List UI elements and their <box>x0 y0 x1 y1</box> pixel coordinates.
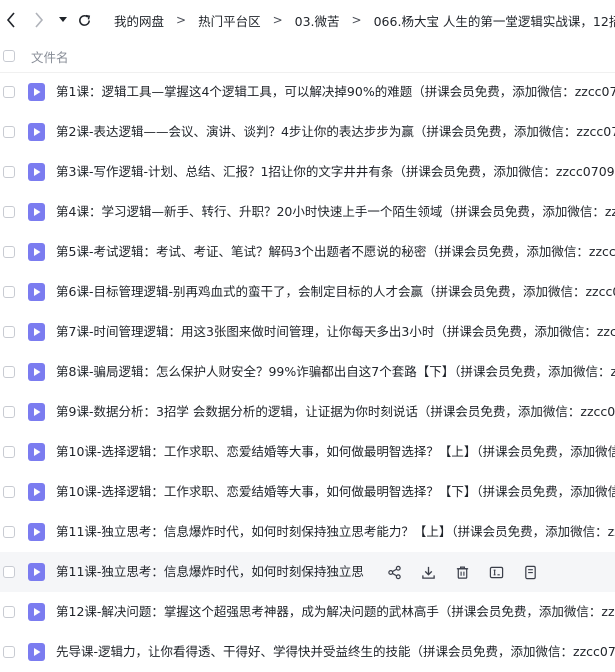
file-row[interactable]: 第4课：学习逻辑—新手、转行、升职？20小时快速上手一个陌生领域（拼课会员免费，… <box>0 192 615 232</box>
file-row[interactable]: 第8课-骗局逻辑：怎么保护人财安全？99%诈骗都出自这7个套路【下】（拼课会员免… <box>0 352 615 392</box>
file-row[interactable]: 第9课-数据分析：3招学 会数据分析的逻辑，让证据为你时刻说话（拼课会员免费，添… <box>0 392 615 432</box>
video-file-icon <box>28 203 45 221</box>
file-name[interactable]: 第2课-表达逻辑——会议、演讲、谈判？4步让你的表达步步为赢（拼课会员免费，添加… <box>56 112 615 152</box>
file-row[interactable]: 第10课-选择逻辑：工作求职、恋爱结婚等大事，如何做最明智选择？【上】（拼课会员… <box>0 432 615 472</box>
video-file-icon <box>28 243 45 261</box>
file-row[interactable]: 第5课-考试逻辑：考试、考证、笔试？解码3个出题者不愿说的秘密（拼课会员免费，添… <box>0 232 615 272</box>
file-row[interactable]: 第6课-目标管理逻辑-别再鸡血式的蛮干了，会制定目标的人才会赢（拼课会员免费，添… <box>0 272 615 312</box>
row-checkbox[interactable] <box>3 246 15 258</box>
file-name[interactable]: 第7课-时间管理逻辑：用这3张图来做时间管理，让你每天多出3小时（拼课会员免费，… <box>56 312 615 352</box>
video-file-icon <box>28 123 45 141</box>
video-file-icon <box>28 483 45 501</box>
file-name[interactable]: 第10课-选择逻辑：工作求职、恋爱结婚等大事，如何做最明智选择？【上】（拼课会员… <box>56 432 615 472</box>
file-name[interactable]: 先导课-逻辑力，让你看得透、干得好、学得快并受益终生的技能（拼课会员免费，添加微… <box>56 632 615 672</box>
file-row[interactable]: 第11课-独立思考：信息爆炸时代，如何时刻保持独立思考能力？【上】（拼课会员免费… <box>0 512 615 552</box>
video-file-icon <box>28 403 45 421</box>
row-checkbox[interactable] <box>3 646 15 658</box>
row-checkbox[interactable] <box>3 326 15 338</box>
refresh-button[interactable] <box>75 10 93 30</box>
forward-button[interactable] <box>30 10 48 30</box>
top-navigation-bar: 我的网盘 > 热门平台区 > 03.微苦 > 066.杨大宝 人生的第一堂逻辑实… <box>0 0 615 40</box>
video-file-icon <box>28 603 45 621</box>
breadcrumb-separator: > <box>272 13 283 27</box>
more-icon <box>524 565 536 579</box>
file-row[interactable]: 第10课-选择逻辑：工作求职、恋爱结婚等大事，如何做最明智选择？【下】（拼课会员… <box>0 472 615 512</box>
breadcrumb: 我的网盘 > 热门平台区 > 03.微苦 > 066.杨大宝 人生的第一堂逻辑实… <box>114 0 615 40</box>
row-checkbox[interactable] <box>3 86 15 98</box>
download-button[interactable] <box>419 563 437 581</box>
row-checkbox[interactable] <box>3 526 15 538</box>
video-file-icon <box>28 283 45 301</box>
file-name[interactable]: 第11课-独立思考：信息爆炸时代，如何时刻保持独立思考能力？【上】（拼课会员免费… <box>56 512 615 552</box>
back-button[interactable] <box>2 10 20 30</box>
row-checkbox[interactable] <box>3 406 15 418</box>
column-header-filename[interactable]: 文件名 <box>31 47 69 66</box>
file-name[interactable]: 第12课-解决问题：掌握这个超强思考神器，成为解决问题的武林高手（拼课会员免费，… <box>56 592 615 632</box>
breadcrumb-current: 066.杨大宝 人生的第一堂逻辑实战课，12招让你 <box>373 13 615 29</box>
file-list-header: 文件名 <box>0 40 615 73</box>
video-file-icon <box>28 83 45 101</box>
delete-button[interactable] <box>453 563 471 581</box>
file-name[interactable]: 第9课-数据分析：3招学 会数据分析的逻辑，让证据为你时刻说话（拼课会员免费，添… <box>56 392 615 432</box>
breadcrumb-item[interactable]: 我的网盘 <box>114 11 164 30</box>
video-file-icon <box>28 443 45 461</box>
delete-icon <box>456 566 468 579</box>
row-checkbox[interactable] <box>3 366 15 378</box>
file-name[interactable]: 第10课-选择逻辑：工作求职、恋爱结婚等大事，如何做最明智选择？【下】（拼课会员… <box>56 472 615 512</box>
rename-icon <box>489 566 503 578</box>
file-row[interactable]: 先导课-逻辑力，让你看得透、干得好、学得快并受益终生的技能（拼课会员免费，添加微… <box>0 632 615 672</box>
select-all-checkbox[interactable] <box>3 50 15 62</box>
file-row[interactable]: 第7课-时间管理逻辑：用这3张图来做时间管理，让你每天多出3小时（拼课会员免费，… <box>0 312 615 352</box>
row-checkbox[interactable] <box>3 126 15 138</box>
history-dropdown-button[interactable] <box>56 12 70 28</box>
caret-down-icon <box>59 17 67 22</box>
rename-button[interactable] <box>487 563 505 581</box>
refresh-icon <box>78 14 90 26</box>
breadcrumb-separator: > <box>176 13 187 27</box>
video-file-icon <box>28 523 45 541</box>
row-checkbox[interactable] <box>3 286 15 298</box>
row-checkbox[interactable] <box>3 206 15 218</box>
video-file-icon <box>28 643 45 661</box>
download-icon <box>421 566 435 579</box>
share-icon <box>387 565 401 579</box>
file-row[interactable]: 第11课-独立思考：信息爆炸时代，如何时刻保持独立思... <box>0 552 615 592</box>
breadcrumb-item[interactable]: 热门平台区 <box>198 11 261 30</box>
video-file-icon <box>28 163 45 181</box>
file-name[interactable]: 第6课-目标管理逻辑-别再鸡血式的蛮干了，会制定目标的人才会赢（拼课会员免费，添… <box>56 272 615 312</box>
row-actions <box>385 563 555 581</box>
file-name[interactable]: 第8课-骗局逻辑：怎么保护人财安全？99%诈骗都出自这7个套路【下】（拼课会员免… <box>56 352 615 392</box>
video-file-icon <box>28 563 45 581</box>
row-checkbox[interactable] <box>3 166 15 178</box>
file-name[interactable]: 第5课-考试逻辑：考试、考证、笔试？解码3个出题者不愿说的秘密（拼课会员免费，添… <box>56 232 615 272</box>
breadcrumb-separator: > <box>351 13 362 27</box>
row-checkbox[interactable] <box>3 606 15 618</box>
file-name[interactable]: 第4课：学习逻辑—新手、转行、升职？20小时快速上手一个陌生领域（拼课会员免费，… <box>56 192 615 232</box>
file-name[interactable]: 第3课-写作逻辑-计划、总结、汇报？1招让你的文字井井有条（拼课会员免费，添加微… <box>56 152 615 192</box>
file-name[interactable]: 第11课-独立思考：信息爆炸时代，如何时刻保持独立思... <box>56 552 364 592</box>
row-checkbox[interactable] <box>3 566 15 578</box>
chevron-left-icon <box>6 12 15 28</box>
row-checkbox[interactable] <box>3 446 15 458</box>
file-row[interactable]: 第12课-解决问题：掌握这个超强思考神器，成为解决问题的武林高手（拼课会员免费，… <box>0 592 615 632</box>
file-row[interactable]: 第3课-写作逻辑-计划、总结、汇报？1招让你的文字井井有条（拼课会员免费，添加微… <box>0 152 615 192</box>
video-file-icon <box>28 363 45 381</box>
chevron-right-icon <box>35 12 44 28</box>
row-checkbox[interactable] <box>3 486 15 498</box>
share-button[interactable] <box>385 563 403 581</box>
video-file-icon <box>28 323 45 341</box>
breadcrumb-item[interactable]: 03.微苦 <box>295 11 340 30</box>
file-row[interactable]: 第2课-表达逻辑——会议、演讲、谈判？4步让你的表达步步为赢（拼课会员免费，添加… <box>0 112 615 152</box>
more-button[interactable] <box>521 563 539 581</box>
file-name[interactable]: 第1课：逻辑工具—掌握这4个逻辑工具，可以解决掉90%的难题（拼课会员免费，添加… <box>56 72 615 112</box>
file-row[interactable]: 第1课：逻辑工具—掌握这4个逻辑工具，可以解决掉90%的难题（拼课会员免费，添加… <box>0 72 615 112</box>
